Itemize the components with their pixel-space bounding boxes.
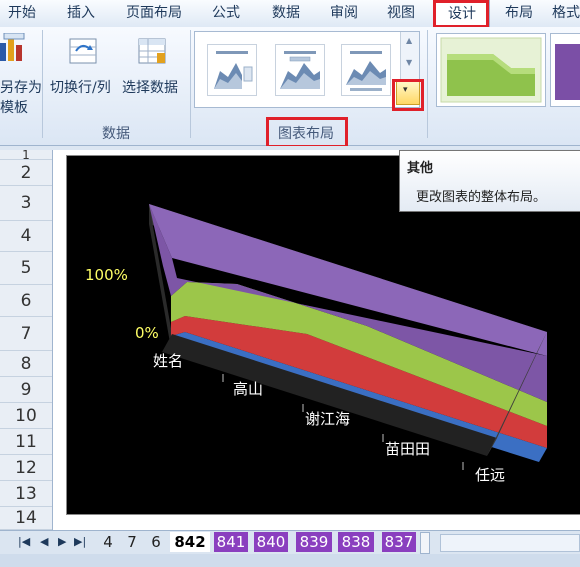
- save-as-template-button[interactable]: 另存为 模板: [0, 77, 42, 117]
- row-number[interactable]: 8: [0, 351, 52, 377]
- switch-row-col-icon: [68, 37, 100, 67]
- status-bar: [0, 554, 580, 567]
- save-as-template-line1: 另存为: [0, 80, 42, 96]
- scroll-down-icon[interactable]: ▼: [406, 58, 412, 67]
- x-tick-label: 苗田田: [385, 440, 430, 458]
- prev-sheet-icon[interactable]: ◀: [40, 535, 48, 548]
- row-number[interactable]: 7: [0, 317, 52, 351]
- select-data-button[interactable]: 选择数据: [122, 77, 178, 97]
- ribbon-tab-bar: 开始 插入 页面布局 公式 数据 审阅 视图 设计 布局 格式: [0, 0, 580, 28]
- chart-layout-1[interactable]: [207, 44, 257, 96]
- tab-insert[interactable]: 插入: [56, 0, 106, 26]
- sheet-tab[interactable]: 4: [98, 532, 118, 552]
- tab-layout[interactable]: 布局: [496, 0, 542, 26]
- group-separator: [427, 30, 428, 138]
- sheet-tab[interactable]: 840: [254, 532, 288, 552]
- row-number[interactable]: 3: [0, 186, 52, 221]
- next-sheet-icon[interactable]: ▶: [58, 535, 66, 548]
- save-as-template-line2: 模板: [0, 100, 28, 116]
- sheet-tab-bar: |◀ ◀ ▶ ▶| 4 7 6 842 841 840 839 838 837: [0, 530, 580, 555]
- x-tick-label: 任远: [475, 466, 505, 484]
- tab-formulas[interactable]: 公式: [204, 0, 248, 26]
- sheet-tab[interactable]: 7: [122, 532, 142, 552]
- y-tick-label: 100%: [85, 266, 128, 284]
- gallery-scroll-column: ▲ ▼: [400, 32, 419, 83]
- tooltip-description: 更改图表的整体布局。: [416, 190, 547, 205]
- row-number[interactable]: 2: [0, 160, 52, 186]
- tab-split-handle[interactable]: [420, 532, 430, 554]
- row-number[interactable]: 6: [0, 285, 52, 317]
- row-number[interactable]: 1: [0, 149, 52, 161]
- highlight-design-tab: [433, 0, 489, 28]
- row-number[interactable]: 9: [0, 377, 52, 403]
- row-number[interactable]: 5: [0, 252, 52, 285]
- switch-row-col-button[interactable]: 切换行/列: [50, 77, 111, 97]
- x-tick-label: 姓名: [153, 352, 183, 370]
- highlight-more-button: [392, 79, 424, 111]
- group-data-label: 数据: [102, 126, 130, 142]
- tooltip-title: 其他: [407, 161, 434, 176]
- first-sheet-icon[interactable]: |◀: [18, 535, 30, 548]
- tab-view[interactable]: 视图: [378, 0, 424, 26]
- chart-layout-gallery: ▲ ▼: [194, 31, 420, 108]
- tooltip: 其他 更改图表的整体布局。: [399, 150, 580, 212]
- row-number[interactable]: 10: [0, 403, 52, 429]
- row-number[interactable]: 13: [0, 481, 52, 507]
- chart-layout-2[interactable]: [275, 44, 325, 96]
- chart-layout-3[interactable]: [341, 44, 391, 96]
- row-header: 1 2 3 4 5 6 7 8 9 10 11 12 13 14: [0, 149, 53, 530]
- last-sheet-icon[interactable]: ▶|: [74, 535, 86, 548]
- scroll-up-icon[interactable]: ▲: [406, 36, 412, 45]
- x-tick-label: 谢江海: [305, 410, 350, 428]
- horizontal-scrollbar[interactable]: [440, 534, 580, 552]
- select-data-icon: [137, 37, 167, 67]
- group-separator: [42, 30, 43, 138]
- tab-format[interactable]: 格式: [552, 0, 580, 26]
- tab-page-layout[interactable]: 页面布局: [118, 0, 190, 26]
- sheet-tab[interactable]: 6: [146, 532, 166, 552]
- chart-style-2[interactable]: [550, 33, 580, 107]
- x-tick-label: 高山: [233, 380, 263, 398]
- chart-style-1[interactable]: [436, 33, 546, 107]
- row-number[interactable]: 4: [0, 221, 52, 252]
- highlight-layout-group: [266, 117, 348, 148]
- sheet-tab[interactable]: 838: [338, 532, 374, 552]
- sheet-tab[interactable]: 841: [214, 532, 248, 552]
- sheet-tab-current[interactable]: 842: [170, 532, 210, 552]
- row-number[interactable]: 12: [0, 455, 52, 481]
- group-separator: [190, 30, 191, 138]
- row-number[interactable]: 11: [0, 429, 52, 455]
- tab-review[interactable]: 审阅: [322, 0, 366, 26]
- sheet-tab[interactable]: 839: [296, 532, 332, 552]
- tab-home[interactable]: 开始: [0, 0, 44, 26]
- tab-data[interactable]: 数据: [262, 0, 310, 26]
- template-icon: [0, 32, 30, 63]
- y-tick-label: 0%: [135, 324, 159, 342]
- ribbon-body: 另存为 模板 切换行/列 选择数据 数据 ▲ ▼ ▾ 图表布局: [0, 27, 580, 148]
- row-number[interactable]: 14: [0, 507, 52, 530]
- sheet-tab[interactable]: 837: [382, 532, 416, 552]
